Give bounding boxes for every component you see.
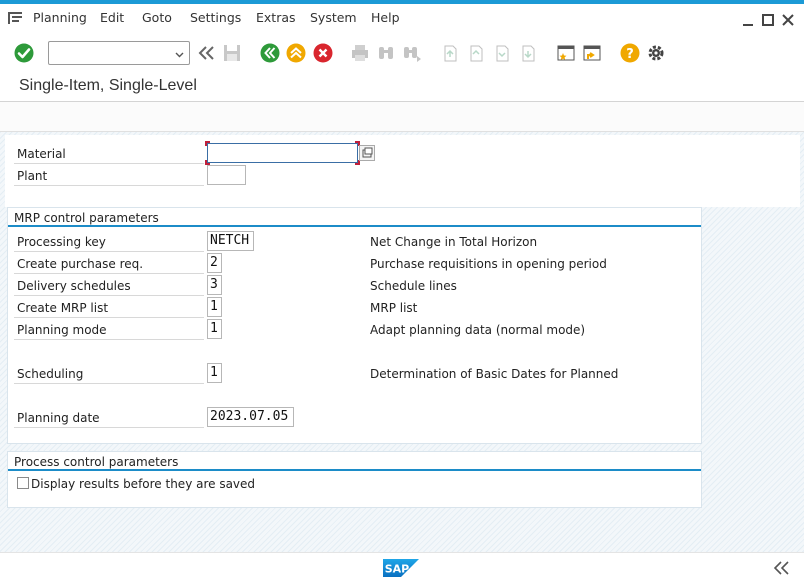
create-mrp-list-underline	[14, 317, 204, 318]
value-help-icon[interactable]	[359, 145, 375, 161]
create-shortcut-icon[interactable]	[582, 43, 602, 63]
back-double-chevron-icon[interactable]	[196, 43, 216, 63]
scheduling-underline	[14, 383, 204, 384]
application-toolbar	[0, 102, 804, 132]
delivery-schedules-label: Delivery schedules	[17, 279, 131, 293]
create-session-icon[interactable]	[556, 43, 576, 63]
plant-label-underline	[14, 185, 204, 186]
menu-help[interactable]: Help	[371, 10, 400, 25]
first-page-icon[interactable]	[440, 43, 460, 63]
create-purchase-req-input[interactable]: 2	[207, 253, 222, 273]
mrp-group-title: MRP control parameters	[14, 211, 159, 225]
planning-mode-underline	[14, 339, 204, 340]
planning-date-underline	[14, 427, 204, 428]
create-mrp-list-description: MRP list	[370, 301, 418, 315]
maximize-icon[interactable]	[762, 14, 774, 26]
menu-planning[interactable]: Planning	[33, 10, 87, 25]
required-marker-top-left	[205, 141, 210, 146]
menu-extras[interactable]: Extras	[256, 10, 296, 25]
svg-text:?: ?	[626, 47, 634, 62]
create-purchase-req-label: Create purchase req.	[17, 257, 144, 271]
find-next-icon[interactable]	[402, 43, 422, 63]
delivery-schedules-underline	[14, 295, 204, 296]
menu-edit[interactable]: Edit	[100, 10, 124, 25]
next-page-icon[interactable]	[492, 43, 512, 63]
material-label-underline	[14, 163, 204, 164]
processing-key-underline	[14, 251, 204, 252]
menu-goto[interactable]: Goto	[142, 10, 172, 25]
status-bar: SAP	[0, 552, 804, 585]
exit-up-icon[interactable]	[286, 43, 306, 63]
create-purchase-req-description: Purchase requisitions in opening period	[370, 257, 607, 271]
menu-settings[interactable]: Settings	[190, 10, 241, 25]
planning-mode-label: Planning mode	[17, 323, 107, 337]
settings-gear-icon[interactable]	[646, 43, 666, 63]
page-title: Single-Item, Single-Level	[19, 77, 197, 94]
create-mrp-list-input[interactable]: 1	[207, 297, 222, 317]
process-group-title: Process control parameters	[14, 455, 179, 469]
create-mrp-list-label: Create MRP list	[17, 301, 109, 315]
plant-label: Plant	[17, 169, 48, 183]
planning-date-input[interactable]: 2023.07.05	[207, 407, 294, 427]
display-results-label: Display results before they are saved	[31, 477, 256, 491]
menu-system[interactable]: System	[310, 10, 357, 25]
close-icon[interactable]	[782, 14, 794, 26]
header-fields-area	[5, 135, 800, 207]
processing-key-input[interactable]: NETCH	[207, 231, 254, 251]
svg-text:SAP: SAP	[385, 563, 410, 576]
planning-date-label: Planning date	[17, 411, 100, 425]
menu-bar: Planning Edit Goto Settings Extras Syste…	[0, 4, 804, 32]
print-icon[interactable]	[350, 43, 370, 63]
cancel-icon[interactable]	[313, 43, 333, 63]
save-icon[interactable]	[222, 43, 242, 63]
back-green-icon[interactable]	[260, 43, 280, 63]
mrp-group-title-line	[8, 225, 701, 227]
toolbar: ?	[0, 32, 804, 74]
last-page-icon[interactable]	[518, 43, 538, 63]
processing-key-description: Net Change in Total Horizon	[370, 235, 538, 249]
minimize-icon[interactable]	[742, 14, 754, 26]
find-icon[interactable]	[376, 43, 396, 63]
scheduling-input[interactable]: 1	[207, 363, 222, 383]
scheduling-description: Determination of Basic Dates for Planned	[370, 367, 619, 381]
process-group-title-line	[8, 469, 701, 471]
help-icon[interactable]: ?	[620, 43, 640, 63]
material-label: Material	[17, 147, 66, 161]
processing-key-label: Processing key	[17, 235, 106, 249]
delivery-schedules-description: Schedule lines	[370, 279, 457, 293]
enter-check-icon[interactable]	[14, 43, 34, 63]
plant-input[interactable]	[207, 165, 246, 185]
menu-icon[interactable]	[8, 12, 22, 24]
planning-mode-description: Adapt planning data (normal mode)	[370, 323, 586, 337]
delivery-schedules-input[interactable]: 3	[207, 275, 222, 295]
collapse-status-chevron-icon[interactable]	[772, 561, 794, 575]
mrp-control-group: MRP control parameters	[7, 207, 702, 444]
chevron-down-icon[interactable]	[175, 48, 184, 58]
command-field[interactable]	[48, 41, 190, 65]
material-input[interactable]	[207, 143, 358, 163]
previous-page-icon[interactable]	[466, 43, 486, 63]
display-results-checkbox[interactable]	[17, 477, 29, 489]
scheduling-label: Scheduling	[17, 367, 84, 381]
sap-logo: SAP	[383, 559, 419, 577]
planning-mode-input[interactable]: 1	[207, 319, 222, 339]
create-purchase-req-underline	[14, 273, 204, 274]
